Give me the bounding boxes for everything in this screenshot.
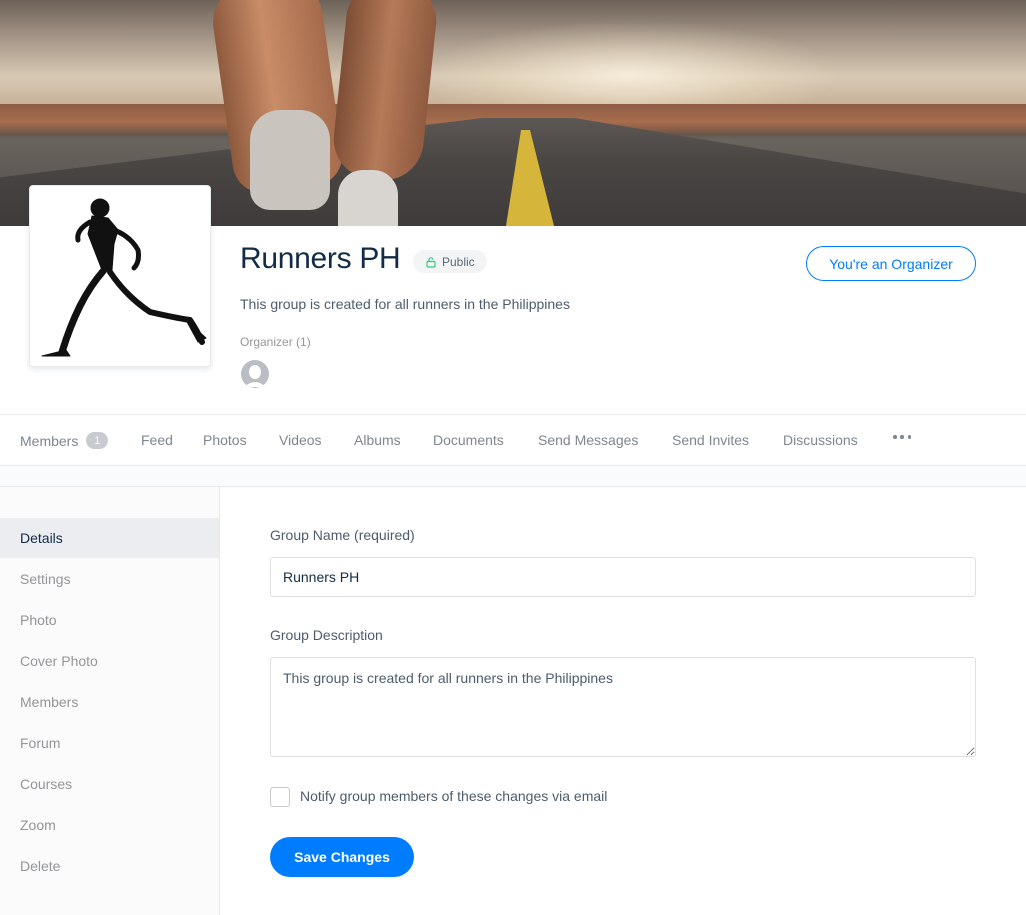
sidebar-item-photo[interactable]: Photo [0, 600, 219, 640]
tab-label: Photos [203, 432, 247, 448]
ellipsis-icon[interactable] [893, 428, 911, 446]
notify-checkbox[interactable] [270, 787, 290, 807]
group-title: Runners PH [240, 242, 401, 275]
tab-discussions[interactable]: Discussions [783, 432, 858, 448]
cover-runner-shoe [250, 110, 330, 210]
group-avatar[interactable] [29, 185, 211, 367]
tab-label: Send Messages [538, 432, 639, 448]
organizer-label: Organizer (1) [240, 335, 311, 349]
tab-label: Feed [141, 432, 173, 448]
tab-feed[interactable]: Feed [141, 432, 173, 448]
tab-albums[interactable]: Albums [354, 432, 401, 448]
group-description-textarea[interactable]: This group is created for all runners in… [270, 657, 976, 757]
group-name-input[interactable] [270, 557, 976, 597]
sidebar-item-details[interactable]: Details [0, 518, 219, 558]
lock-icon [426, 256, 436, 268]
notify-label[interactable]: Notify group members of these changes vi… [300, 788, 607, 804]
tab-send-invites[interactable]: Send Invites [672, 432, 749, 448]
group-name-label: Group Name (required) [270, 527, 415, 543]
group-description-label: Group Description [270, 627, 383, 643]
sidebar-item-cover-photo[interactable]: Cover Photo [0, 641, 219, 681]
user-avatar-icon [241, 360, 269, 388]
sidebar-item-forum[interactable]: Forum [0, 723, 219, 763]
tab-label: Members [20, 432, 79, 449]
sidebar-item-members[interactable]: Members [0, 682, 219, 722]
group-description: This group is created for all runners in… [240, 296, 570, 312]
save-changes-button[interactable]: Save Changes [270, 837, 414, 877]
cover-runner-shoe [338, 170, 398, 226]
tab-documents[interactable]: Documents [433, 432, 504, 448]
tab-send-messages[interactable]: Send Messages [538, 432, 638, 448]
tab-label: Albums [354, 432, 401, 448]
tab-label: Send Invites [672, 432, 750, 448]
sidebar-item-delete[interactable]: Delete [0, 846, 219, 886]
tab-videos[interactable]: Videos [279, 432, 322, 448]
sidebar-item-courses[interactable]: Courses [0, 764, 219, 804]
tab-photos[interactable]: Photos [203, 432, 247, 448]
status-badge: Public [413, 250, 487, 273]
runner-silhouette-icon [41, 198, 207, 357]
tab-label: Documents [433, 432, 504, 448]
sidebar-item-zoom[interactable]: Zoom [0, 805, 219, 845]
group-nav: Members 1 Feed Photos Videos Albums Docu… [0, 414, 1026, 466]
member-count-badge: 1 [86, 432, 109, 449]
manage-sidebar: Details Settings Photo Cover Photo Membe… [0, 487, 220, 915]
tab-label: Discussions [783, 432, 858, 448]
tab-members[interactable]: Members 1 [20, 432, 109, 449]
organizer-button[interactable]: You're an Organizer [806, 246, 976, 281]
section-divider [0, 466, 1026, 486]
tab-label: Videos [279, 432, 322, 448]
sidebar-item-settings[interactable]: Settings [0, 559, 219, 599]
organizer-avatar[interactable] [241, 360, 269, 388]
status-label: Public [442, 254, 475, 269]
